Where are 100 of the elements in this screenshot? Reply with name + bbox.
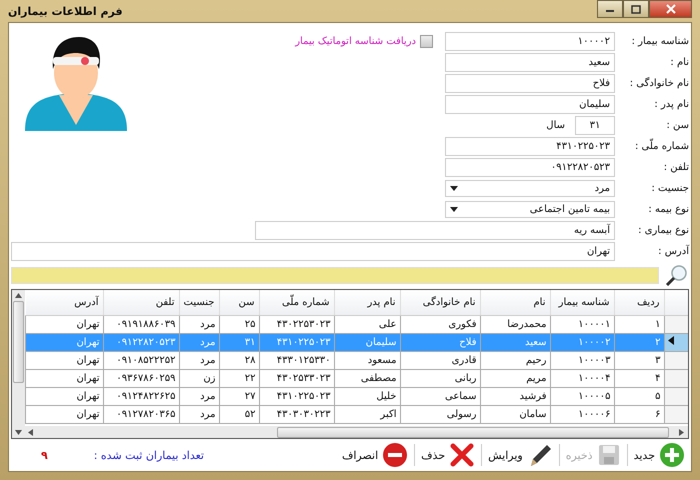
age-field[interactable]: ۳۱ (575, 116, 615, 135)
table-cell: ربانی (400, 369, 480, 387)
table-cell: مرد (179, 315, 219, 333)
scroll-down-icon[interactable] (15, 430, 22, 435)
table-cell: ۰۹۱۹۱۸۸۶۰۳۹ (103, 315, 179, 333)
field-label: نوع بیماری : (637, 225, 689, 236)
text-field[interactable]: ۴۳۱۰۲۲۵۰۲۳ (445, 137, 615, 156)
table-row[interactable]: ۶ ۱۰۰۰۰۶ سامان رسولی اکبر ۴۳۰۳۰۳۰۲۲۳ ۵۲ مرد ۰۹۱۲۷۸۲۰۳۶۵ تهران (26, 405, 688, 423)
field-label: تلفن : (662, 162, 689, 173)
text-field[interactable]: سلیمان (445, 95, 615, 114)
search-icon[interactable] (665, 264, 689, 286)
table-cell: ۱۰۰۰۰۳ (550, 351, 614, 369)
dropdown[interactable]: مرد (445, 180, 615, 197)
search-field[interactable] (11, 266, 659, 284)
checkbox-label[interactable]: دریافت شناسه اتوماتیک بیمار (295, 36, 416, 47)
window-title: فرم اطلاعات بیماران (8, 4, 123, 18)
table-cell: ۴۳۱۰۲۲۵۰۲۳ (259, 333, 334, 351)
cross-icon (449, 442, 476, 468)
table-cell: مرد (179, 333, 219, 351)
column-header[interactable]: آدرس (26, 290, 103, 315)
text-field[interactable]: تهران (11, 242, 615, 261)
table-cell: ۳ (614, 351, 664, 369)
table-cell: مصطفی (334, 369, 400, 387)
table-cell: ۴۳۰۲۲۵۳۰۲۳ (259, 315, 334, 333)
table-cell: فلاح (400, 333, 480, 351)
row-header (664, 290, 688, 315)
table-cell: ۴۳۳۰۱۲۵۳۳۰ (259, 351, 334, 369)
column-header[interactable]: ردیف (614, 290, 664, 315)
table-cell: تهران (26, 369, 103, 387)
text-field[interactable]: آبسه ریه (255, 221, 615, 240)
table-cell: سماعی (400, 387, 480, 405)
table-cell: مرد (179, 351, 219, 369)
table-cell: مرد (179, 405, 219, 423)
table-cell: اکبر (334, 405, 400, 423)
caret-icon (450, 186, 458, 191)
table-cell: ۳۱ (219, 333, 259, 351)
column-header[interactable]: نام پدر (334, 290, 400, 315)
text-field[interactable]: سعید (445, 53, 615, 72)
column-header[interactable]: شماره ملّی (259, 290, 334, 315)
horizontal-scrollbar[interactable] (25, 426, 688, 438)
field-label: نوع بیمه : (647, 204, 689, 215)
dropdown[interactable]: بیمه تامین اجتماعی (445, 201, 615, 218)
column-header[interactable]: تلفن (103, 290, 179, 315)
table-cell: تهران (26, 405, 103, 423)
column-header[interactable]: جنسیت (179, 290, 219, 315)
table-row[interactable]: ۳ ۱۰۰۰۰۳ رحیم قادری مسعود ۴۳۳۰۱۲۵۳۳۰ ۲۸ مرد ۰۹۱۰۸۵۲۲۲۵۲ تهران (26, 351, 688, 369)
table-cell: ۰۹۱۲۲۸۲۰۵۲۳ (103, 333, 179, 351)
text-field[interactable]: ۱۰۰۰۰۲ (445, 32, 615, 51)
table-cell: ۱ (614, 315, 664, 333)
checkbox[interactable] (420, 35, 433, 48)
scroll-right-icon[interactable] (679, 428, 685, 436)
table-cell: محمدرضا (480, 315, 550, 333)
table-cell: ۲ (614, 333, 664, 351)
scroll-up-icon[interactable] (15, 293, 22, 298)
table-cell: قادری (400, 351, 480, 369)
table-cell: ۱۰۰۰۰۶ (550, 405, 614, 423)
table-cell: ۲۷ (219, 387, 259, 405)
caret-icon (450, 207, 458, 212)
text-field[interactable]: فلاح (445, 74, 615, 93)
text-field[interactable]: ۰۹۱۲۲۸۲۰۵۲۳ (445, 158, 615, 177)
row-header[interactable] (664, 333, 688, 351)
table-row[interactable]: ۵ ۱۰۰۰۰۵ فرشید سماعی خلیل ۴۳۱۰۲۲۵۰۲۳ ۲۷ مرد ۰۹۱۲۴۸۲۲۶۲۵ تهران (26, 387, 688, 405)
table-cell: سامان (480, 405, 550, 423)
field-label: آدرس : (657, 246, 689, 257)
table-cell: سعید (480, 333, 550, 351)
edit-button[interactable]: ویرایش (488, 442, 553, 468)
delete-button[interactable]: حذف (421, 442, 476, 468)
table-cell: خلیل (334, 387, 400, 405)
table-cell: ۱۰۰۰۰۲ (550, 333, 614, 351)
field-label: شناسه بیمار : (630, 36, 689, 47)
close-button[interactable] (649, 0, 692, 18)
table-cell: ۲۸ (219, 351, 259, 369)
minimize-button[interactable] (597, 0, 623, 18)
table-cell: رحیم (480, 351, 550, 369)
minus-icon (382, 442, 408, 468)
maximize-button[interactable] (623, 0, 649, 18)
patient-count-label: تعداد بیماران ثبت شده : (94, 448, 204, 462)
table-cell: ۰۹۳۶۷۸۶۰۲۵۹ (103, 369, 179, 387)
cancel-button[interactable]: انصراف (342, 442, 408, 468)
table-cell: علی (334, 315, 400, 333)
table-cell: فرشید (480, 387, 550, 405)
table-cell: ۴۳۰۳۰۳۰۲۲۳ (259, 405, 334, 423)
vertical-scrollbar[interactable] (12, 290, 25, 438)
table-row[interactable]: ۴ ۱۰۰۰۰۴ مریم ربانی مصطفی ۴۳۰۲۵۳۳۰۲۳ ۲۲ زن ۰۹۳۶۷۸۶۰۲۵۹ تهران (26, 369, 688, 387)
table-row[interactable]: ۱ ۱۰۰۰۰۱ محمدرضا فکوری علی ۴۳۰۲۲۵۳۰۲۳ ۲۵ مرد ۰۹۱۹۱۸۸۶۰۳۹ تهران (26, 315, 688, 333)
scroll-left-icon[interactable] (28, 428, 34, 436)
new-button[interactable]: جدید (634, 442, 685, 468)
patient-count-value: ۹ (41, 448, 48, 462)
table-cell: ۵۲ (219, 405, 259, 423)
table-cell: ۱۰۰۰۰۴ (550, 369, 614, 387)
column-header[interactable]: سن (219, 290, 259, 315)
field-label: نام خانوادگی : (628, 78, 689, 89)
table-cell: زن (179, 369, 219, 387)
column-header[interactable]: نام خانوادگی (400, 290, 480, 315)
table-cell: ۴ (614, 369, 664, 387)
table-cell: مسعود (334, 351, 400, 369)
column-header[interactable]: نام (480, 290, 550, 315)
column-header[interactable]: شناسه بیمار (550, 290, 614, 315)
table-cell: ۰۹۱۰۸۵۲۲۲۵۲ (103, 351, 179, 369)
field-label: نام : (669, 57, 689, 68)
